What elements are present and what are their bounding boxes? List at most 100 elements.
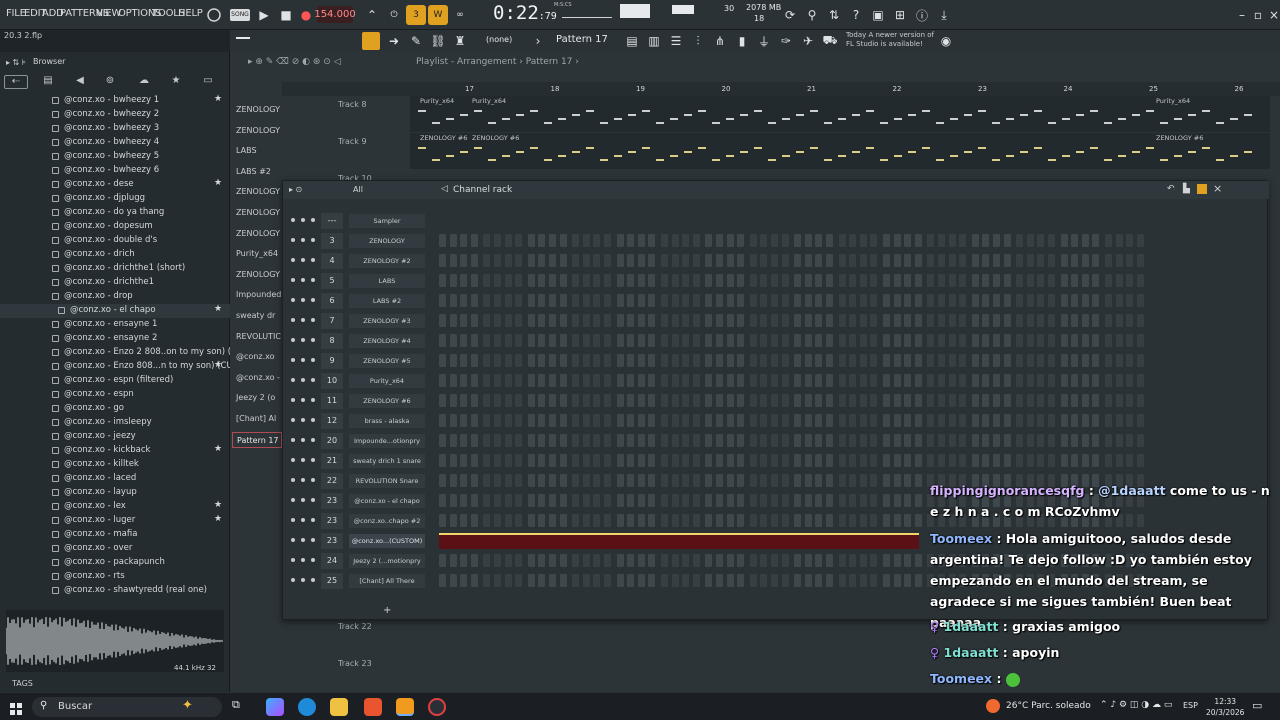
pattern-item[interactable]: @conz.xo - bbox=[232, 370, 282, 386]
step-button[interactable] bbox=[760, 414, 768, 427]
step-button[interactable] bbox=[460, 574, 468, 587]
step-button[interactable] bbox=[648, 354, 656, 367]
step-button[interactable] bbox=[859, 394, 867, 407]
step-button[interactable] bbox=[470, 334, 478, 347]
step-button[interactable] bbox=[449, 574, 457, 587]
channel-led[interactable] bbox=[311, 238, 315, 242]
step-button[interactable] bbox=[959, 314, 967, 327]
step-button[interactable] bbox=[927, 334, 935, 347]
step-button[interactable] bbox=[1060, 294, 1068, 307]
pattern-item[interactable]: Purity_x64 bbox=[232, 246, 282, 262]
browser-item[interactable]: @conz.xo - shawtyredd (real one) bbox=[0, 584, 230, 598]
step-button[interactable] bbox=[938, 334, 945, 347]
step-button[interactable] bbox=[1105, 254, 1112, 267]
channel-led[interactable] bbox=[301, 418, 305, 422]
step-button[interactable] bbox=[948, 254, 956, 267]
step-button[interactable] bbox=[692, 474, 700, 487]
step-button[interactable] bbox=[504, 554, 512, 567]
tempo-display[interactable]: 154.000 bbox=[314, 6, 356, 23]
step-button[interactable] bbox=[559, 394, 567, 407]
step-button[interactable] bbox=[904, 294, 912, 307]
song-mode-toggle[interactable]: SONG bbox=[230, 9, 250, 21]
step-button[interactable] bbox=[726, 414, 734, 427]
step-button[interactable] bbox=[794, 234, 802, 247]
master-volume-slider[interactable] bbox=[236, 37, 250, 39]
step-button[interactable] bbox=[794, 394, 802, 407]
browser-item[interactable]: @conz.xo - djplugg bbox=[0, 192, 230, 206]
step-button[interactable] bbox=[914, 374, 922, 387]
step-button[interactable] bbox=[870, 314, 878, 327]
step-button[interactable] bbox=[515, 554, 523, 567]
step-button[interactable] bbox=[604, 474, 611, 487]
step-button[interactable] bbox=[771, 474, 778, 487]
step-button[interactable] bbox=[1081, 334, 1089, 347]
step-button[interactable] bbox=[1126, 434, 1134, 447]
step-button[interactable] bbox=[439, 554, 446, 567]
step-button[interactable] bbox=[648, 574, 656, 587]
channel-mixer-track[interactable]: 5 bbox=[321, 273, 343, 289]
step-button[interactable] bbox=[838, 294, 846, 307]
step-button[interactable] bbox=[616, 374, 624, 387]
step-button[interactable] bbox=[883, 494, 890, 507]
plugins-icon[interactable]: ⊞ bbox=[890, 5, 910, 25]
step-button[interactable] bbox=[959, 374, 967, 387]
step-button[interactable] bbox=[804, 294, 812, 307]
step-button[interactable] bbox=[504, 274, 512, 287]
channel-row[interactable]: 3 ZENOLOGY bbox=[283, 231, 1269, 251]
browser-item[interactable]: @conz.xo - bwheezy 4 bbox=[0, 136, 230, 150]
step-button[interactable] bbox=[1003, 374, 1011, 387]
channel-led[interactable] bbox=[291, 218, 295, 222]
step-button[interactable] bbox=[1092, 454, 1100, 467]
step-button[interactable] bbox=[1060, 234, 1068, 247]
step-button[interactable] bbox=[470, 234, 478, 247]
step-button[interactable] bbox=[648, 494, 656, 507]
step-button[interactable] bbox=[726, 554, 734, 567]
step-button[interactable] bbox=[815, 494, 823, 507]
taskbar-search[interactable]: ⚲ Buscar ✦ bbox=[32, 697, 222, 717]
step-button[interactable] bbox=[682, 414, 690, 427]
step-button[interactable] bbox=[671, 314, 679, 327]
step-button[interactable] bbox=[582, 414, 590, 427]
channel-row[interactable]: 8 ZENOLOGY #4 bbox=[283, 331, 1269, 351]
step-button[interactable] bbox=[927, 454, 935, 467]
step-button[interactable] bbox=[671, 414, 679, 427]
step-button[interactable] bbox=[671, 234, 679, 247]
step-button[interactable] bbox=[1048, 234, 1055, 247]
step-button[interactable] bbox=[982, 254, 990, 267]
step-button[interactable] bbox=[439, 234, 446, 247]
channel-led[interactable] bbox=[301, 458, 305, 462]
step-button[interactable] bbox=[1016, 254, 1024, 267]
step-button[interactable] bbox=[449, 454, 457, 467]
channel-name-button[interactable]: ZENOLOGY #4 bbox=[349, 334, 425, 348]
step-button[interactable] bbox=[682, 494, 690, 507]
step-button[interactable] bbox=[439, 454, 446, 467]
step-button[interactable] bbox=[671, 474, 679, 487]
step-button[interactable] bbox=[439, 574, 446, 587]
step-button[interactable] bbox=[1037, 394, 1045, 407]
step-button[interactable] bbox=[1105, 454, 1112, 467]
step-button[interactable] bbox=[515, 294, 523, 307]
step-button[interactable] bbox=[1037, 374, 1045, 387]
step-button[interactable] bbox=[771, 334, 778, 347]
step-button[interactable] bbox=[1048, 414, 1055, 427]
step-button[interactable] bbox=[781, 374, 789, 387]
step-button[interactable] bbox=[1115, 394, 1123, 407]
step-button[interactable] bbox=[538, 414, 546, 427]
step-button[interactable] bbox=[760, 514, 768, 527]
step-button[interactable] bbox=[804, 374, 812, 387]
step-button[interactable] bbox=[1003, 454, 1011, 467]
step-button[interactable] bbox=[971, 374, 979, 387]
step-button[interactable] bbox=[483, 334, 491, 347]
channel-led[interactable] bbox=[311, 398, 315, 402]
step-button[interactable] bbox=[1060, 354, 1068, 367]
step-button[interactable] bbox=[637, 554, 645, 567]
step-button[interactable] bbox=[938, 374, 945, 387]
step-button[interactable] bbox=[804, 474, 812, 487]
step-button[interactable] bbox=[859, 474, 867, 487]
step-button[interactable] bbox=[538, 554, 546, 567]
channel-led[interactable] bbox=[301, 278, 305, 282]
step-button[interactable] bbox=[559, 474, 567, 487]
step-button[interactable] bbox=[439, 274, 446, 287]
step-button[interactable] bbox=[1048, 434, 1055, 447]
clip-label[interactable]: Purity_x64 bbox=[472, 97, 506, 105]
